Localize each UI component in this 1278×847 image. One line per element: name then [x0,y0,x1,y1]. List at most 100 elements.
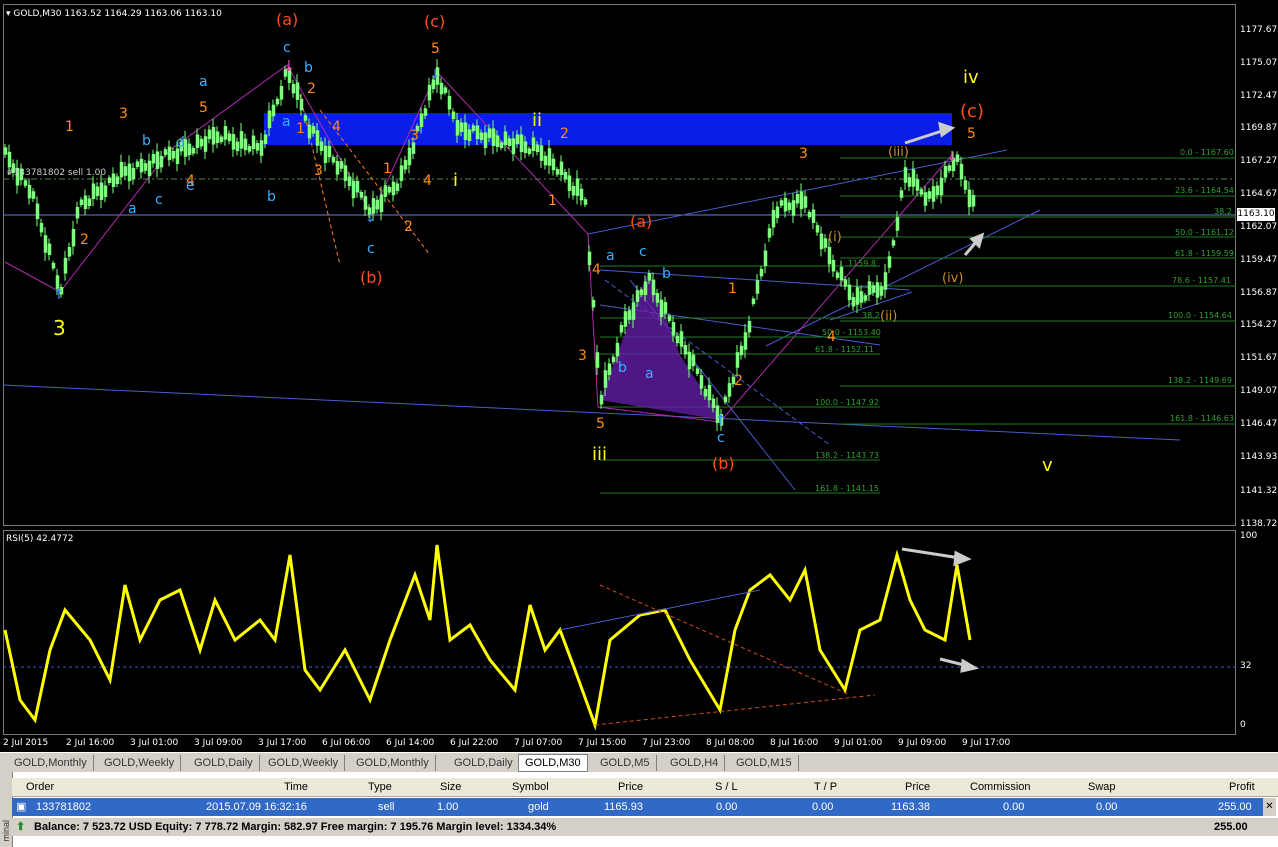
trade-table-header: Order Time Type Size Symbol Price S / L … [12,778,1278,797]
fib-label: 50.0 - 1153.40 [822,328,881,337]
rsi-axis-32: 32 [1240,661,1252,671]
table-row[interactable]: ▣ 133781802 2015.07.09 16:32:16 sell 1.0… [12,798,1270,816]
wave-ii-small: (ii) [880,309,897,324]
tab-chart[interactable]: GOLD,Monthly [350,755,436,771]
time-axis-label: 9 Jul 01:00 [834,738,883,748]
candle-body [43,235,48,253]
candle-body [747,320,752,333]
row-sl: 0.00 [716,801,738,813]
wave-c-2: (c) [960,101,984,122]
tab-chart[interactable]: GOLD,M15 [730,755,799,771]
candle-body [931,186,936,202]
tab-chart[interactable]: GOLD,M5 [594,755,657,771]
candle-body [163,149,168,155]
tab-chart[interactable]: GOLD,M30 [518,754,588,772]
svg-text:a: a [199,74,208,90]
tab-chart[interactable]: GOLD,Daily [188,755,260,771]
col-order[interactable]: Order [26,778,54,796]
candle-body [187,143,192,156]
fib-label: 161.8 - 1146.63 [1170,414,1234,423]
price-axis-label: 1154.27 [1240,320,1278,330]
svg-text:1: 1 [296,121,305,137]
fib-label: 38.2 [862,311,880,320]
candle-body [807,211,812,218]
time-axis-label: 6 Jul 06:00 [322,738,371,748]
svg-text:5: 5 [967,126,976,142]
col-tp[interactable]: T / P [814,778,837,796]
candle-body [151,154,156,164]
candle-body [523,141,528,153]
tab-chart[interactable]: GOLD,Weekly [98,755,182,771]
col-swap[interactable]: Swap [1088,778,1116,796]
tab-chart[interactable]: GOLD,Monthly [8,755,94,771]
candle-body [911,169,916,187]
candle-body [395,183,400,191]
col-sl[interactable]: S / L [715,778,738,796]
row-close-button[interactable]: ✕ [1263,798,1276,816]
candle-body [651,279,656,296]
wave-i-small: (i) [828,230,842,245]
candle-body [267,110,272,129]
candle-body [23,180,28,186]
tab-chart[interactable]: GOLD,Daily [448,755,520,771]
candle-body [243,138,248,151]
candle-body [199,138,204,147]
fib-label: 38.2 [1214,207,1232,216]
tab-chart[interactable]: GOLD,H4 [664,755,726,771]
wave-ii: ii [532,110,542,131]
candle-body [259,140,264,156]
candle-body [659,299,664,318]
price-axis-label: 1164.67 [1240,189,1278,199]
svg-text:1: 1 [383,161,392,177]
candle-body [827,246,832,265]
svg-text:2: 2 [734,373,743,389]
wave-a-2: (a) [630,212,652,231]
candle-body [407,147,412,166]
fib-label: 100.0 - 1147.92 [815,398,879,407]
fib-label: 0.0 - 1167.60 [1180,148,1234,157]
col-commission[interactable]: Commission [970,778,1031,796]
candle-body [7,151,12,168]
candle-body [127,163,132,182]
col-price[interactable]: Price [618,778,643,796]
candle-body [323,145,328,164]
candle-body [703,389,708,397]
fib-label: 138.2 - 1149.69 [1168,376,1232,385]
svg-text:a: a [606,248,615,264]
candle-body [335,161,340,175]
svg-text:d: d [176,135,185,151]
candle-body [811,209,816,223]
col-cur-price[interactable]: Price [905,778,930,796]
candle-body [203,136,208,152]
candle-body [791,200,796,216]
candle-body [419,113,424,128]
candle-body [307,124,312,139]
candle-body [483,132,488,148]
price-axis-label: 1172.47 [1240,91,1278,101]
candle-body [543,155,548,166]
candle-body [471,125,476,131]
candle-body [115,176,120,184]
candle-body [327,145,332,158]
candle-body [403,160,408,170]
rsi-trend-1 [559,589,761,631]
candle-body [119,161,124,178]
col-size[interactable]: Size [440,778,461,796]
candle-body [355,180,360,193]
chart-area[interactable]: ↓ ↓ ↑ ↑ ↓ ↓ (a) (c) (b) (a) (b) (c) iii … [0,0,1278,752]
candle-body [683,345,688,355]
col-time[interactable]: Time [284,778,308,796]
candle-body [779,200,784,206]
row-price: 1165.93 [604,801,643,813]
col-symbol[interactable]: Symbol [512,778,549,796]
candle-body [575,178,580,196]
time-axis-label: 9 Jul 17:00 [962,738,1011,748]
candle-body [247,146,252,152]
col-profit[interactable]: Profit [1229,778,1255,796]
candle-body [727,383,732,397]
candle-body [755,280,760,294]
col-type[interactable]: Type [368,778,392,796]
tab-chart[interactable]: GOLD,Weekly [262,755,346,771]
candle-body [451,111,456,120]
svg-text:1: 1 [548,193,557,209]
